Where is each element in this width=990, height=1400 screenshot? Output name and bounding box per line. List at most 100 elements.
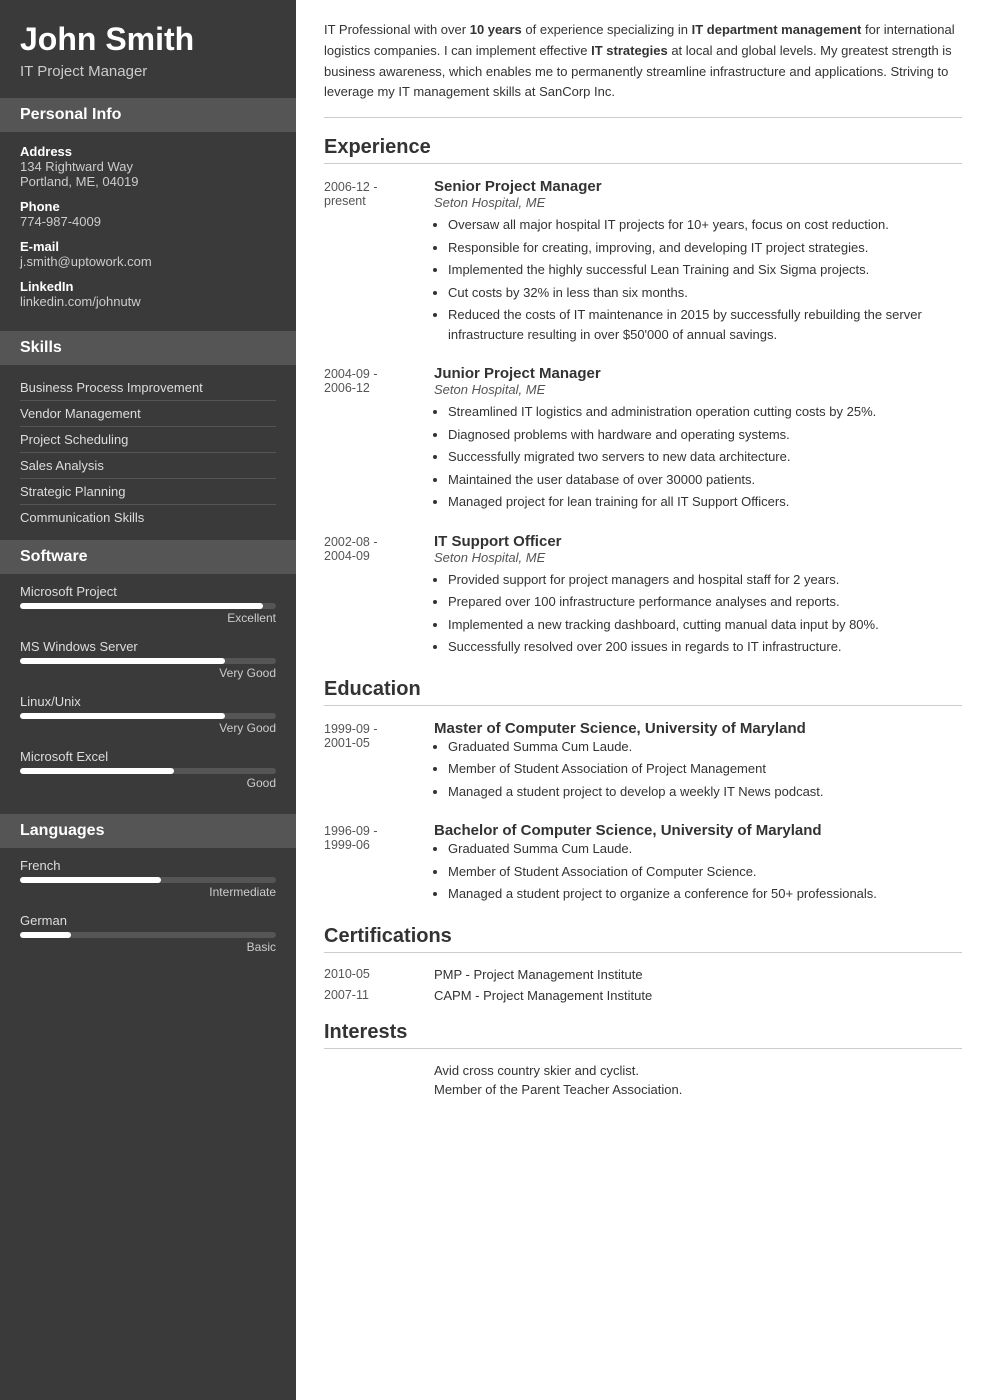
cert-row: 2010-05 PMP - Project Management Institu… xyxy=(324,967,962,982)
software-bar-label: Good xyxy=(20,776,276,790)
bullet-item: Graduated Summa Cum Laude. xyxy=(448,839,962,859)
interest-item: Avid cross country skier and cyclist. xyxy=(324,1063,962,1078)
entry-date: 1999-09 -2001-05 xyxy=(324,720,434,805)
experience-entry: 2006-12 -present Senior Project Manager … xyxy=(324,178,962,347)
interests-heading: Interests xyxy=(324,1021,962,1049)
phone-label: Phone xyxy=(20,199,276,214)
languages-section: French Intermediate German Basic xyxy=(0,848,296,978)
language-bar-container xyxy=(20,877,276,883)
bullet-item: Cut costs by 32% in less than six months… xyxy=(448,283,962,303)
education-entry: 1999-09 -2001-05 Master of Computer Scie… xyxy=(324,720,962,805)
bullet-item: Implemented a new tracking dashboard, cu… xyxy=(448,615,962,635)
skill-item: Business Process Improvement xyxy=(20,375,276,401)
software-item: MS Windows Server Very Good xyxy=(20,639,276,680)
skills-list: Business Process Improvement Vendor Mana… xyxy=(0,365,296,540)
bullet-item: Successfully resolved over 200 issues in… xyxy=(448,637,962,657)
entry-body: Senior Project Manager Seton Hospital, M… xyxy=(434,178,962,347)
email-value: j.smith@uptowork.com xyxy=(20,254,276,269)
bullet-item: Managed a student project to organize a … xyxy=(448,884,962,904)
language-bar-container xyxy=(20,932,276,938)
sidebar: John Smith IT Project Manager Personal I… xyxy=(0,0,296,1400)
personal-info-content: Address 134 Rightward Way Portland, ME, … xyxy=(0,132,296,331)
entry-subtitle: Seton Hospital, ME xyxy=(434,382,962,397)
education-heading: Education xyxy=(324,678,962,706)
entry-subtitle: Seton Hospital, ME xyxy=(434,550,962,565)
certifications-section: Certifications 2010-05 PMP - Project Man… xyxy=(324,925,962,1003)
phone-value: 774-987-4009 xyxy=(20,214,276,229)
entry-body: Master of Computer Science, University o… xyxy=(434,720,962,805)
bullet-item: Implemented the highly successful Lean T… xyxy=(448,260,962,280)
experience-heading: Experience xyxy=(324,136,962,164)
bullet-item: Diagnosed problems with hardware and ope… xyxy=(448,425,962,445)
interest-text: Avid cross country skier and cyclist. xyxy=(434,1063,639,1078)
software-bar-container xyxy=(20,768,276,774)
bullet-item: Reduced the costs of IT maintenance in 2… xyxy=(448,305,962,344)
address-block: Address 134 Rightward Way Portland, ME, … xyxy=(20,144,276,189)
bullet-item: Provided support for project managers an… xyxy=(448,570,962,590)
entry-date: 2006-12 -present xyxy=(324,178,434,347)
entry-title: Master of Computer Science, University o… xyxy=(434,720,962,737)
interest-item: Member of the Parent Teacher Association… xyxy=(324,1082,962,1097)
entry-date: 2004-09 -2006-12 xyxy=(324,365,434,515)
entry-body: IT Support Officer Seton Hospital, ME Pr… xyxy=(434,533,962,660)
software-heading: Software xyxy=(0,540,296,574)
bullet-item: Managed a student project to develop a w… xyxy=(448,782,962,802)
language-item: French Intermediate xyxy=(20,858,276,899)
skills-heading: Skills xyxy=(0,331,296,365)
summary: IT Professional with over 10 years of ex… xyxy=(324,20,962,118)
skill-item: Project Scheduling xyxy=(20,427,276,453)
candidate-title: IT Project Manager xyxy=(20,63,276,80)
cert-name: CAPM - Project Management Institute xyxy=(434,988,652,1003)
entry-bullets: Graduated Summa Cum Laude. Member of Stu… xyxy=(448,737,962,802)
software-item: Microsoft Project Excellent xyxy=(20,584,276,625)
entry-title: Junior Project Manager xyxy=(434,365,962,382)
language-bar-label: Basic xyxy=(20,940,276,954)
certifications-heading: Certifications xyxy=(324,925,962,953)
bullet-item: Member of Student Association of Compute… xyxy=(448,862,962,882)
software-bar-label: Very Good xyxy=(20,666,276,680)
software-bar-label: Excellent xyxy=(20,611,276,625)
linkedin-block: LinkedIn linkedin.com/johnutw xyxy=(20,279,276,309)
language-name: French xyxy=(20,858,276,873)
entry-bullets: Streamlined IT logistics and administrat… xyxy=(448,402,962,512)
education-section: Education 1999-09 -2001-05 Master of Com… xyxy=(324,678,962,907)
phone-block: Phone 774-987-4009 xyxy=(20,199,276,229)
software-bar-container xyxy=(20,658,276,664)
candidate-name: John Smith xyxy=(20,22,276,57)
interest-spacer xyxy=(324,1082,434,1097)
experience-entry: 2004-09 -2006-12 Junior Project Manager … xyxy=(324,365,962,515)
personal-info-heading: Personal Info xyxy=(0,98,296,132)
language-bar-fill xyxy=(20,932,71,938)
address-line1: 134 Rightward Way xyxy=(20,159,276,174)
main-content: IT Professional with over 10 years of ex… xyxy=(296,0,990,1400)
experience-section: Experience 2006-12 -present Senior Proje… xyxy=(324,136,962,660)
bullet-item: Responsible for creating, improving, and… xyxy=(448,238,962,258)
entry-date: 1996-09 -1999-06 xyxy=(324,822,434,907)
linkedin-value: linkedin.com/johnutw xyxy=(20,294,276,309)
cert-row: 2007-11 CAPM - Project Management Instit… xyxy=(324,988,962,1003)
linkedin-label: LinkedIn xyxy=(20,279,276,294)
interests-section: Interests Avid cross country skier and c… xyxy=(324,1021,962,1097)
bullet-item: Managed project for lean training for al… xyxy=(448,492,962,512)
software-bar-fill xyxy=(20,658,225,664)
experience-entry: 2002-08 -2004-09 IT Support Officer Seto… xyxy=(324,533,962,660)
software-section: Microsoft Project Excellent MS Windows S… xyxy=(0,574,296,814)
email-block: E-mail j.smith@uptowork.com xyxy=(20,239,276,269)
skill-item: Sales Analysis xyxy=(20,453,276,479)
education-entry: 1996-09 -1999-06 Bachelor of Computer Sc… xyxy=(324,822,962,907)
software-name: Microsoft Excel xyxy=(20,749,276,764)
skill-item: Communication Skills xyxy=(20,505,276,530)
bullet-item: Prepared over 100 infrastructure perform… xyxy=(448,592,962,612)
software-bar-container xyxy=(20,603,276,609)
language-bar-label: Intermediate xyxy=(20,885,276,899)
entry-bullets: Provided support for project managers an… xyxy=(448,570,962,657)
software-bar-fill xyxy=(20,713,225,719)
software-item: Microsoft Excel Good xyxy=(20,749,276,790)
skill-item: Strategic Planning xyxy=(20,479,276,505)
entry-subtitle: Seton Hospital, ME xyxy=(434,195,962,210)
bullet-item: Member of Student Association of Project… xyxy=(448,759,962,779)
entry-bullets: Graduated Summa Cum Laude. Member of Stu… xyxy=(448,839,962,904)
software-bar-label: Very Good xyxy=(20,721,276,735)
entry-body: Junior Project Manager Seton Hospital, M… xyxy=(434,365,962,515)
interest-text: Member of the Parent Teacher Association… xyxy=(434,1082,682,1097)
